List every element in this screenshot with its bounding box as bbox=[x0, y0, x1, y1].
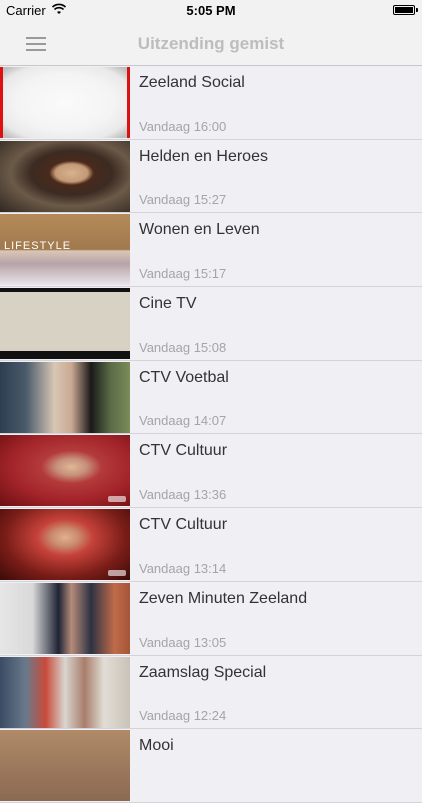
item-title: Zeeland Social bbox=[139, 74, 245, 91]
list-item[interactable]: LIFESTYLE Wonen en Leven Vandaag 15:17 bbox=[0, 213, 422, 288]
item-time: Vandaag 13:05 bbox=[139, 634, 227, 650]
list-item[interactable]: CTV Cultuur Vandaag 13:36 bbox=[0, 434, 422, 509]
item-title: CTV Cultuur bbox=[139, 442, 228, 460]
item-title: Mooi bbox=[139, 737, 174, 755]
list-item[interactable]: Mooi bbox=[0, 729, 422, 803]
thumbnail bbox=[0, 582, 130, 654]
status-bar: Carrier 5:05 PM bbox=[0, 0, 422, 22]
list-item[interactable]: CTV Cultuur Vandaag 13:14 bbox=[0, 508, 422, 582]
item-title: Zaamslag Special bbox=[139, 663, 267, 681]
thumbnail bbox=[0, 288, 130, 360]
clock: 5:05 PM bbox=[186, 3, 236, 18]
thumbnail bbox=[0, 67, 130, 138]
thumbnail bbox=[0, 509, 130, 581]
item-title: Wonen en Leven bbox=[139, 221, 260, 239]
item-time: Vandaag 12:24 bbox=[139, 708, 227, 724]
item-time: Vandaag 16:00 bbox=[139, 118, 227, 134]
item-title: Zeven Minuten Zeeland bbox=[139, 589, 308, 607]
item-title: Helden en Heroes bbox=[139, 147, 268, 165]
list-item[interactable]: Cine TV Vandaag 15:08 bbox=[0, 287, 422, 361]
item-title: Cine TV bbox=[139, 295, 197, 313]
item-time: Vandaag 15:17 bbox=[139, 266, 227, 282]
page-title: Uitzending gemist bbox=[137, 34, 285, 53]
list-item[interactable]: Helden en Heroes Vandaag 15:27 bbox=[0, 139, 422, 214]
thumbnail bbox=[0, 140, 130, 212]
list-item[interactable]: Zeven Minuten Zeeland Vandaag 13:05 bbox=[0, 581, 422, 656]
item-time: Vandaag 13:36 bbox=[139, 487, 227, 503]
episode-list: Zeeland Social Vandaag 16:00 Helden en H… bbox=[0, 66, 422, 803]
battery-icon bbox=[393, 5, 418, 15]
list-item[interactable]: Zaamslag Special Vandaag 12:24 bbox=[0, 655, 422, 730]
thumbnail bbox=[0, 361, 130, 433]
thumbnail: LIFESTYLE bbox=[0, 214, 130, 286]
thumbnail-label: LIFESTYLE bbox=[4, 240, 72, 253]
item-time: Vandaag 14:07 bbox=[139, 413, 227, 429]
item-title: CTV Cultuur bbox=[139, 516, 228, 534]
navigation-bar: Uitzending gemist bbox=[0, 22, 422, 66]
item-time: Vandaag 13:14 bbox=[139, 560, 227, 576]
list-item[interactable]: Zeeland Social Vandaag 16:00 bbox=[0, 66, 422, 140]
list-item[interactable]: CTV Voetbal Vandaag 14:07 bbox=[0, 360, 422, 435]
item-time: Vandaag 15:27 bbox=[139, 192, 227, 208]
thumbnail bbox=[0, 656, 130, 728]
thumbnail bbox=[0, 435, 130, 507]
item-title: CTV Voetbal bbox=[139, 368, 229, 386]
thumbnail bbox=[0, 730, 130, 802]
item-time: Vandaag 15:08 bbox=[139, 339, 227, 355]
